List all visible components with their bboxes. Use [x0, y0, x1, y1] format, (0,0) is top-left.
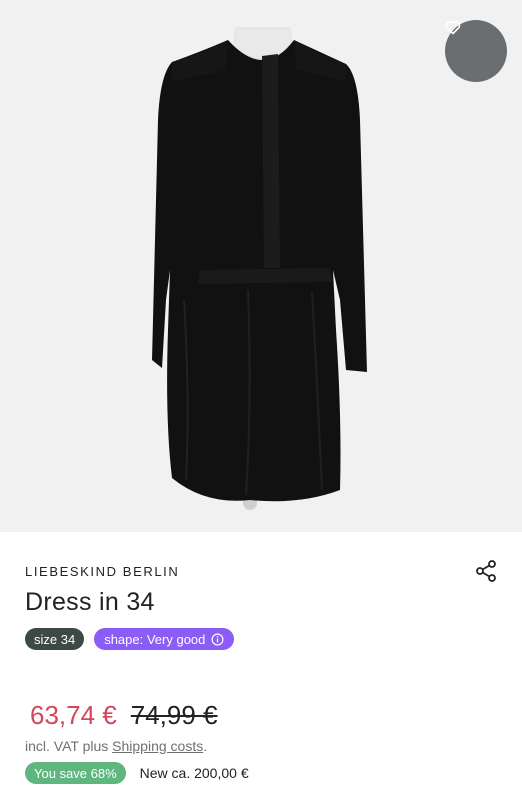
size-badge: size 34 — [25, 628, 85, 650]
dress-illustration — [0, 0, 522, 532]
product-image[interactable] — [0, 0, 522, 532]
brand-name[interactable]: LIEBESKIND BERLIN — [25, 564, 179, 579]
new-price-reference: New ca. 200,00 € — [139, 765, 249, 781]
condition-badges: size 34 shape: Very good — [25, 628, 235, 650]
vat-prefix: incl. VAT plus — [25, 738, 113, 754]
product-title: Dress in 34 — [25, 588, 155, 616]
favorite-button[interactable] — [445, 20, 507, 82]
share-icon — [476, 560, 496, 582]
original-price: 74,99 € — [130, 700, 218, 730]
shape-badge-label: shape: Very good — [104, 631, 206, 647]
vat-note: incl. VAT plus Shipping costs. — [25, 738, 207, 754]
share-button[interactable] — [474, 559, 498, 583]
shipping-costs-link[interactable]: Shipping costs — [112, 738, 203, 754]
savings-row: You save 68% New ca. 200,00 € — [25, 762, 249, 784]
vat-suffix: . — [203, 738, 208, 754]
savings-badge: You save 68% — [25, 762, 126, 784]
sale-price: 63,74 € — [30, 700, 117, 730]
price-row: 63,74 € 74,99 € — [30, 700, 218, 731]
shape-badge[interactable]: shape: Very good — [94, 628, 235, 650]
heart-icon — [445, 21, 461, 35]
info-icon[interactable] — [211, 633, 224, 646]
product-info-panel: LIEBESKIND BERLIN Dress in 34 size 34 sh… — [0, 532, 522, 800]
